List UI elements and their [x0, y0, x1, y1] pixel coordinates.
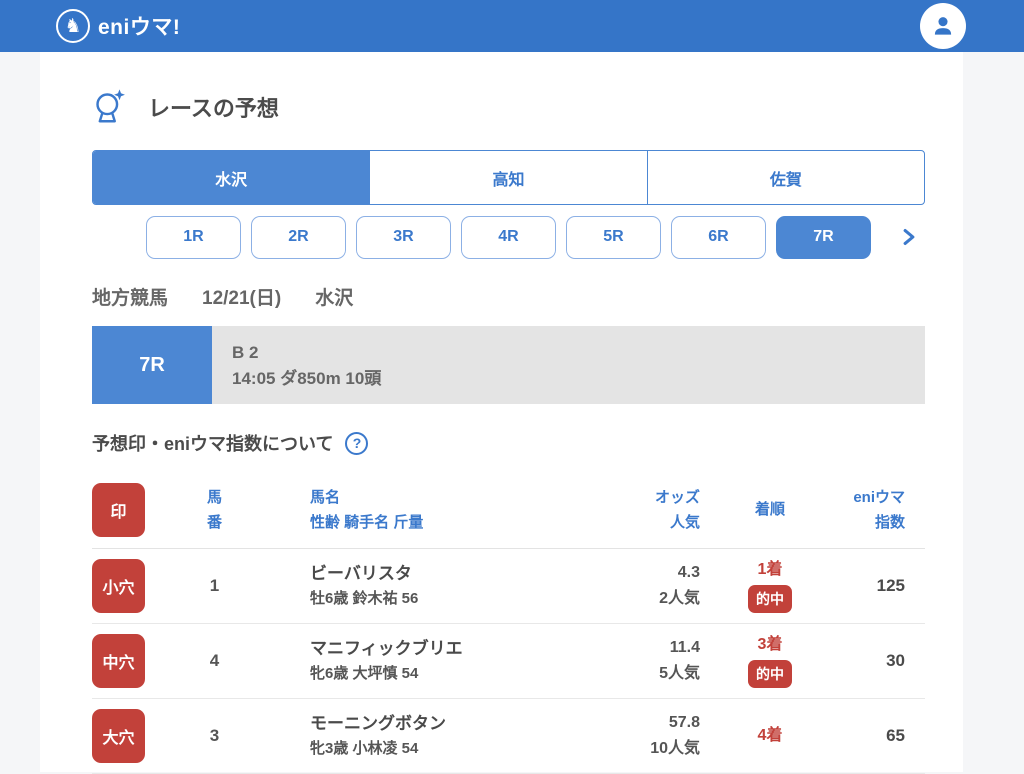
column-header-number: 馬 番 [167, 485, 262, 536]
prediction-mark-badge: 中穴 [92, 634, 145, 688]
table-row[interactable]: 小穴 1 ビーバリスタ 牡6歳 鈴木祐 56 4.3 2人気 1着 的中 125 [92, 549, 925, 624]
odds-value: 11.4 [595, 635, 700, 661]
brand-logo[interactable]: ♞ eniウマ! [56, 9, 180, 43]
content-card: レースの予想 水沢 高知 佐賀 1R 2R 3R 4R 5R 6R 7R 地方競… [40, 52, 963, 772]
horse-detail: 牝6歳 大坪慎 54 [310, 662, 595, 686]
race-grade: B 2 [232, 340, 925, 366]
table-row[interactable]: 中穴 4 マニフィックブリエ 牝6歳 大坪慎 54 11.4 5人気 3着 的中… [92, 624, 925, 699]
round-button-2r[interactable]: 2R [251, 216, 346, 259]
column-header-index: eniウマ 指数 [815, 485, 925, 536]
round-button-6r[interactable]: 6R [671, 216, 766, 259]
horse-number: 4 [167, 651, 262, 671]
horse-info: マニフィックブリエ 牝6歳 大坪慎 54 [262, 636, 595, 686]
horse-info: ビーバリスタ 牡6歳 鈴木祐 56 [262, 561, 595, 611]
hit-badge: 的中 [748, 660, 792, 688]
user-avatar-button[interactable] [920, 3, 966, 49]
crystal-ball-icon [92, 88, 128, 126]
round-button-7r[interactable]: 7R [776, 216, 871, 259]
venue-tab-kochi[interactable]: 高知 [369, 151, 646, 204]
odds-value: 4.3 [595, 560, 700, 586]
table-header-row: 印 馬 番 馬名 性齢 騎手名 斤量 オッズ 人気 着順 [92, 472, 925, 549]
horse-name: ビーバリスタ [310, 561, 595, 587]
round-button-5r[interactable]: 5R [566, 216, 661, 259]
help-icon[interactable]: ? [345, 432, 368, 455]
prediction-mark-badge: 大穴 [92, 709, 145, 763]
odds-cell: 4.3 2人気 [595, 560, 725, 611]
race-meta-line: 地方競馬 12/21(日) 水沢 [92, 283, 925, 310]
race-banner-round: 7R [92, 326, 212, 404]
column-header-finish: 着順 [725, 497, 815, 523]
finish-cell: 3着 的中 [725, 634, 815, 687]
odds-value: 57.8 [595, 710, 700, 736]
horse-number: 3 [167, 726, 262, 746]
venue-tab-mizusawa[interactable]: 水沢 [93, 151, 369, 204]
round-button-1r[interactable]: 1R [146, 216, 241, 259]
prediction-table: 印 馬 番 馬名 性齢 騎手名 斤量 オッズ 人気 着順 [92, 472, 925, 774]
popularity-value: 10人気 [595, 736, 700, 762]
prediction-mark-badge: 小穴 [92, 559, 145, 613]
horse-logo-icon: ♞ [56, 9, 90, 43]
race-banner-info: B 2 14:05 ダ850m 10頭 [212, 326, 925, 404]
person-icon [930, 13, 956, 39]
eniuma-index-value: 65 [815, 726, 925, 746]
popularity-value: 2人気 [595, 586, 700, 612]
horse-info: モーニングボタン 牝3歳 小林凌 54 [262, 711, 595, 761]
chevron-right-icon[interactable] [901, 228, 917, 246]
horse-detail: 牝3歳 小林凌 54 [310, 737, 595, 761]
race-date: 12/21(日) [202, 288, 281, 309]
column-header-name: 馬名 性齢 騎手名 斤量 [262, 485, 595, 536]
mark-header-badge: 印 [92, 483, 145, 537]
venue-tab-saga[interactable]: 佐賀 [647, 151, 924, 204]
about-index-row: 予想印・eniウマ指数について ? [92, 430, 925, 456]
finish-cell: 1着 的中 [725, 559, 815, 612]
race-banner[interactable]: 7R B 2 14:05 ダ850m 10頭 [92, 326, 925, 404]
venue-tabs: 水沢 高知 佐賀 [92, 150, 925, 205]
finish-position: 4着 [725, 725, 815, 747]
about-index-label: 予想印・eniウマ指数について [92, 430, 333, 456]
table-row[interactable]: 大穴 3 モーニングボタン 牝3歳 小林凌 54 57.8 10人気 4着 65 [92, 699, 925, 774]
race-category: 地方競馬 [92, 288, 168, 309]
odds-cell: 57.8 10人気 [595, 710, 725, 761]
horse-number: 1 [167, 576, 262, 596]
horse-detail: 牡6歳 鈴木祐 56 [310, 587, 595, 611]
race-round-selector: 1R 2R 3R 4R 5R 6R 7R [92, 215, 925, 259]
race-conditions: 14:05 ダ850m 10頭 [232, 366, 925, 392]
popularity-value: 5人気 [595, 661, 700, 687]
page-title: レースの予想 [148, 91, 279, 123]
eniuma-index-value: 125 [815, 576, 925, 596]
hit-badge: 的中 [748, 585, 792, 613]
finish-position: 1着 [725, 559, 815, 581]
finish-cell: 4着 [725, 725, 815, 747]
app-header: ♞ eniウマ! [0, 0, 1024, 52]
brand-name: eniウマ! [98, 11, 180, 41]
odds-cell: 11.4 5人気 [595, 635, 725, 686]
round-button-4r[interactable]: 4R [461, 216, 556, 259]
column-header-odds: オッズ 人気 [595, 485, 725, 536]
horse-name: マニフィックブリエ [310, 636, 595, 662]
race-venue: 水沢 [315, 288, 353, 309]
round-button-3r[interactable]: 3R [356, 216, 451, 259]
eniuma-index-value: 30 [815, 651, 925, 671]
horse-name: モーニングボタン [310, 711, 595, 737]
section-heading: レースの予想 [92, 52, 925, 126]
finish-position: 3着 [725, 634, 815, 656]
